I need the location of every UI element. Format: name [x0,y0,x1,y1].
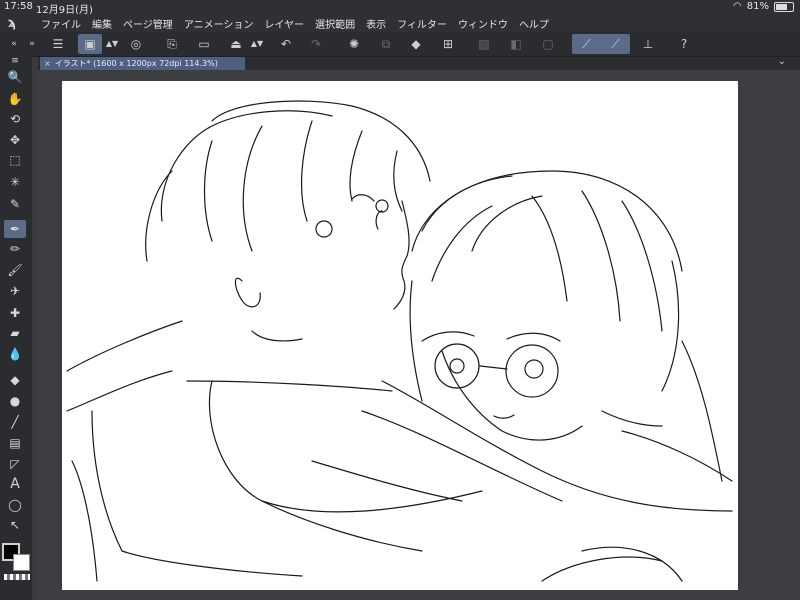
loading-icon[interactable]: ✺ [344,34,364,54]
frame-icon[interactable]: ▢ [538,34,558,54]
command-bar: « » ☰ ▣ ▲▼ ◎ ⎘ ▭ ⏏ ▲▼ ↶ ↷ ✺ ⧉ ◆ ⊞ ▨ ◧ ▢ … [0,32,800,57]
fill-tool-icon[interactable]: ◆ [4,371,26,389]
menu-animation[interactable]: アニメーション [184,16,254,31]
battery-percent: 81% [746,1,769,12]
balloon-tool-icon[interactable]: ◯ [4,496,26,514]
redo-icon[interactable]: ↷ [306,34,326,54]
text-tool-icon[interactable]: A [4,475,26,493]
menu-layer[interactable]: レイヤー [264,16,304,31]
snap-special-icon[interactable]: ⟋ [611,37,619,52]
document-tab-bar: × イラスト* (1600 x 1200px 72dpi 114.3%) ⌄ [38,56,800,70]
blend-tool-icon[interactable]: 💧 [4,345,26,363]
chevron-down-icon[interactable]: ⌄ [778,56,786,67]
transparent-color-swatch[interactable] [4,574,30,580]
menu-edit[interactable]: 編集 [92,16,112,31]
airbrush-tool-icon[interactable]: ✈ [4,282,26,300]
copy-icon[interactable]: ⧉ [376,34,396,54]
app-logo-icon[interactable]: ϡ [8,16,30,31]
hand-tool-icon[interactable]: ✋ [4,90,26,108]
fill-icon[interactable]: ◆ [406,34,426,54]
eraser-tool-icon[interactable]: ▰ [4,324,26,342]
status-right: ◠ 81% [733,1,794,12]
document-tab[interactable]: × イラスト* (1600 x 1200px 72dpi 114.3%) [40,57,245,70]
battery-icon [774,1,794,12]
select-off-icon[interactable]: ▨ [474,34,494,54]
menu-page[interactable]: ページ管理 [123,16,173,31]
move-tool-icon[interactable]: ✥ [4,131,26,149]
menu-help[interactable]: ヘルプ [519,16,549,31]
new-file-icon[interactable]: ⎘ [162,34,182,54]
sub-color-swatch[interactable] [13,554,30,571]
close-tab-icon[interactable]: × [44,59,51,68]
pencil-tool-icon[interactable]: ✏ [4,240,26,258]
drawing-canvas[interactable] [62,81,738,590]
sketch-drawing [66,100,733,582]
menu-icon[interactable]: ☰ [48,34,68,54]
menu-bar: ϡ ファイル 編集 ページ管理 アニメーション レイヤー 選択範囲 表示 フィル… [0,14,800,32]
snap-ruler-icon[interactable]: ⟋ [582,37,590,52]
rotate-tool-icon[interactable]: ⟲ [4,110,26,128]
help-icon[interactable]: ? [674,34,694,54]
figure-tool-icon[interactable]: ╱ [4,413,26,431]
save-icon[interactable]: ⏏ [226,34,246,54]
menu-selection[interactable]: 選択範囲 [315,16,355,31]
snap-group[interactable]: ⟋ ⟋ [572,34,630,54]
tone-icon[interactable]: ◧ [506,34,526,54]
ruler-tool-icon[interactable]: ◸ [4,455,26,473]
chevron-updown-icon[interactable]: ▲▼ [106,34,118,54]
status-bar: 17:58 12月9日(月) ◠ 81% [0,0,800,16]
menu-window[interactable]: ウィンドウ [458,16,508,31]
menu-view[interactable]: 表示 [366,16,386,31]
decoration-tool-icon[interactable]: ✚ [4,304,26,322]
magic-wand-tool-icon[interactable]: ✳ [4,173,26,191]
brush-tool-icon[interactable]: 🖌 [4,261,26,279]
open-folder-icon[interactable]: ▭ [194,34,214,54]
menu-filter[interactable]: フィルター [397,16,447,31]
eyedropper-tool-icon[interactable]: ✎ [4,195,26,213]
undo-icon[interactable]: ↶ [276,34,296,54]
wifi-icon: ◠ [733,1,742,12]
menu-file[interactable]: ファイル [41,16,81,31]
status-time: 17:58 [4,1,33,12]
spiral-icon[interactable]: ◎ [126,34,146,54]
gradient-tool-icon[interactable]: ● [4,392,26,410]
frame-border-tool-icon[interactable]: ▤ [4,434,26,452]
tool-palette: ≡ 🔍 ✋ ⟲ ✥ ⬚ ✳ ✎ ✒ ✏ 🖌 ✈ ✚ ▰ 💧 ◆ ● ╱ ▤ ◸ … [0,50,32,600]
pen-tool-icon[interactable]: ✒ [4,220,26,238]
ruler-icon[interactable]: ⊥ [638,34,658,54]
zoom-tool-icon[interactable]: 🔍 [4,68,26,86]
marquee-tool-icon[interactable]: ⬚ [4,151,26,169]
canvas-icon[interactable]: ▣ [78,34,102,54]
correct-line-tool-icon[interactable]: ↖ [4,516,26,534]
document-tab-title: イラスト* (1600 x 1200px 72dpi 114.3%) [54,59,218,68]
chevron-updown-icon-2[interactable]: ▲▼ [251,34,263,54]
transform-icon[interactable]: ⊞ [438,34,458,54]
color-swatches[interactable] [2,543,32,580]
